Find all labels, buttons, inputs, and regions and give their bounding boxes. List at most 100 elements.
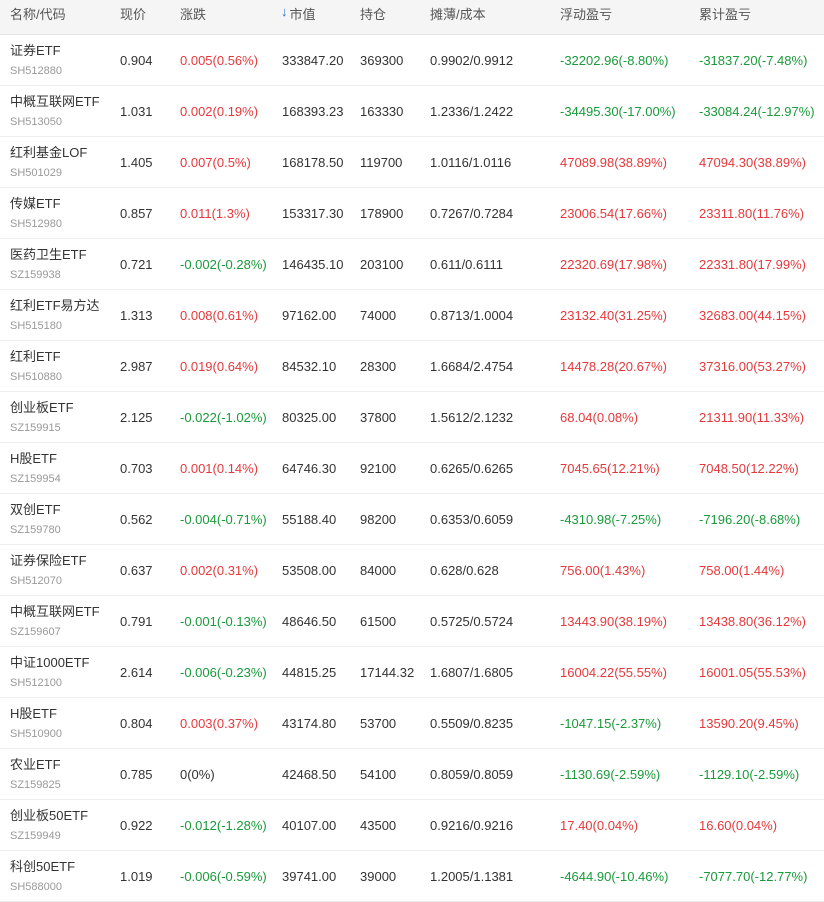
fund-name-cell[interactable]: 红利ETF SH510880 (10, 341, 115, 391)
fund-name-cell[interactable]: H股ETF SH510900 (10, 698, 115, 748)
fund-name-cell[interactable]: 证券保险ETF SH512070 (10, 545, 115, 595)
fund-name[interactable]: H股ETF (10, 451, 57, 467)
fund-code: SH515180 (10, 319, 62, 332)
table-row[interactable]: H股ETF SZ159954 0.703 0.001(0.14%) 64746.30 92… (0, 443, 824, 494)
floating-pl-cell: -4644.90(-10.46%) (560, 868, 669, 884)
total-pl-cell: 37316.00(53.27%) (699, 358, 806, 374)
fund-name-cell[interactable]: 红利基金LOF SH501029 (10, 137, 115, 187)
fund-name[interactable]: 红利ETF易方达 (10, 298, 100, 314)
market-value-cell: 146435.10 (282, 256, 344, 272)
cost-cell: 1.2005/1.1381 (430, 868, 514, 884)
change-cell: -0.004(-0.71%) (180, 511, 267, 527)
header-change[interactable]: 涨跌 (180, 0, 206, 38)
fund-name[interactable]: 医药卫生ETF (10, 247, 87, 263)
fund-name[interactable]: 创业板ETF (10, 400, 74, 416)
fund-name[interactable]: 中概互联网ETF (10, 604, 100, 620)
fund-name-cell[interactable]: 创业板ETF SZ159915 (10, 392, 115, 442)
fund-name[interactable]: 传媒ETF (10, 196, 61, 212)
fund-name-cell[interactable]: 中概互联网ETF SZ159607 (10, 596, 115, 646)
total-pl-cell: -7077.70(-12.77%) (699, 868, 808, 884)
fund-name-cell[interactable]: 传媒ETF SH512980 (10, 188, 115, 238)
table-row[interactable]: 红利ETF易方达 SH515180 1.313 0.008(0.61%) 97162.0… (0, 290, 824, 341)
header-floating-pl[interactable]: 浮动盈亏 (560, 0, 612, 38)
floating-pl-cell: 23006.54(17.66%) (560, 205, 667, 221)
price-cell: 1.031 (120, 103, 153, 119)
fund-code: SH512100 (10, 676, 62, 689)
market-value-cell: 64746.30 (282, 460, 337, 476)
cost-cell: 1.2336/1.2422 (430, 103, 514, 119)
cost-cell: 0.9216/0.9216 (430, 817, 514, 833)
holding-cell: 84000 (360, 562, 397, 578)
header-name[interactable]: 名称/代码 (10, 0, 115, 38)
fund-name[interactable]: H股ETF (10, 706, 57, 722)
table-row[interactable]: 红利ETF SH510880 2.987 0.019(0.64%) 84532.10 28… (0, 341, 824, 392)
header-holding[interactable]: 持仓 (360, 0, 386, 38)
fund-code: SH588000 (10, 880, 62, 893)
market-value-cell: 43174.80 (282, 715, 337, 731)
table-row[interactable]: 创业板50ETF SZ159949 0.922 -0.012(-1.28%) 40107… (0, 800, 824, 851)
fund-code: SZ159954 (10, 472, 61, 485)
table-row[interactable]: 中概互联网ETF SZ159607 0.791 -0.001(-0.13%) 48646… (0, 596, 824, 647)
change-cell: -0.001(-0.13%) (180, 613, 267, 629)
change-cell: 0.001(0.14%) (180, 460, 259, 476)
fund-name[interactable]: 创业板50ETF (10, 808, 88, 824)
table-header: 名称/代码 现价 涨跌 ↓ 市值 持仓 摊薄/成本 浮动盈亏 累计盈亏 (0, 0, 824, 35)
market-value-cell: 40107.00 (282, 817, 337, 833)
floating-pl-cell: -1047.15(-2.37%) (560, 715, 662, 731)
table-row[interactable]: 科创50ETF SH588000 1.019 -0.006(-0.59%) 39741.… (0, 851, 824, 902)
price-cell: 2.614 (120, 664, 153, 680)
holding-cell: 37800 (360, 409, 397, 425)
fund-name[interactable]: 科创50ETF (10, 859, 75, 875)
fund-name[interactable]: 证券保险ETF (10, 553, 87, 569)
market-value-cell: 55188.40 (282, 511, 337, 527)
fund-name-cell[interactable]: 证券ETF SH512880 (10, 35, 115, 85)
floating-pl-cell: 13443.90(38.19%) (560, 613, 667, 629)
cost-cell: 1.5612/2.1232 (430, 409, 514, 425)
fund-name[interactable]: 红利ETF (10, 349, 61, 365)
fund-name-cell[interactable]: 创业板50ETF SZ159949 (10, 800, 115, 850)
header-price[interactable]: 现价 (120, 0, 146, 38)
fund-name-cell[interactable]: 中证1000ETF SH512100 (10, 647, 115, 697)
table-row[interactable]: 证券ETF SH512880 0.904 0.005(0.56%) 333847.20 3… (0, 35, 824, 86)
change-cell: 0.019(0.64%) (180, 358, 259, 374)
change-cell: 0.005(0.56%) (180, 52, 259, 68)
fund-code: SZ159780 (10, 523, 61, 536)
price-cell: 0.922 (120, 817, 153, 833)
fund-name[interactable]: 农业ETF (10, 757, 61, 773)
market-value-cell: 84532.10 (282, 358, 337, 374)
change-cell: 0.008(0.61%) (180, 307, 259, 323)
table-row[interactable]: 医药卫生ETF SZ159938 0.721 -0.002(-0.28%) 146435… (0, 239, 824, 290)
table-row[interactable]: H股ETF SH510900 0.804 0.003(0.37%) 43174.80 53… (0, 698, 824, 749)
table-row[interactable]: 证券保险ETF SH512070 0.637 0.002(0.31%) 53508.00… (0, 545, 824, 596)
fund-name-cell[interactable]: 中概互联网ETF SH513050 (10, 86, 115, 136)
table-row[interactable]: 农业ETF SZ159825 0.785 0(0%) 42468.50 54100 0.80… (0, 749, 824, 800)
total-pl-cell: 47094.30(38.89%) (699, 154, 806, 170)
header-market-value[interactable]: ↓ 市值 (281, 0, 316, 38)
market-value-cell: 168178.50 (282, 154, 344, 170)
fund-code: SZ159825 (10, 778, 61, 791)
cost-cell: 0.5725/0.5724 (430, 613, 514, 629)
table-row[interactable]: 中概互联网ETF SH513050 1.031 0.002(0.19%) 168393.… (0, 86, 824, 137)
fund-name[interactable]: 证券ETF (10, 43, 61, 59)
table-row[interactable]: 创业板ETF SZ159915 2.125 -0.022(-1.02%) 80325.0… (0, 392, 824, 443)
fund-name-cell[interactable]: 红利ETF易方达 SH515180 (10, 290, 115, 340)
fund-name-cell[interactable]: 科创50ETF SH588000 (10, 851, 115, 901)
fund-name[interactable]: 双创ETF (10, 502, 61, 518)
table-row[interactable]: 传媒ETF SH512980 0.857 0.011(1.3%) 153317.30 17… (0, 188, 824, 239)
fund-name[interactable]: 中概互联网ETF (10, 94, 100, 110)
table-row[interactable]: 双创ETF SZ159780 0.562 -0.004(-0.71%) 55188.40… (0, 494, 824, 545)
fund-name-cell[interactable]: 医药卫生ETF SZ159938 (10, 239, 115, 289)
table-row[interactable]: 红利基金LOF SH501029 1.405 0.007(0.5%) 168178.50… (0, 137, 824, 188)
fund-name-cell[interactable]: 双创ETF SZ159780 (10, 494, 115, 544)
holding-cell: 43500 (360, 817, 397, 833)
fund-name[interactable]: 中证1000ETF (10, 655, 89, 671)
fund-name-cell[interactable]: H股ETF SZ159954 (10, 443, 115, 493)
table-row[interactable]: 中证1000ETF SH512100 2.614 -0.006(-0.23%) 4481… (0, 647, 824, 698)
header-cost[interactable]: 摊薄/成本 (430, 0, 486, 38)
fund-name-cell[interactable]: 农业ETF SZ159825 (10, 749, 115, 799)
holding-cell: 61500 (360, 613, 397, 629)
fund-name[interactable]: 红利基金LOF (10, 145, 87, 161)
header-total-pl[interactable]: 累计盈亏 (699, 0, 751, 38)
price-cell: 0.721 (120, 256, 153, 272)
price-cell: 0.904 (120, 52, 153, 68)
